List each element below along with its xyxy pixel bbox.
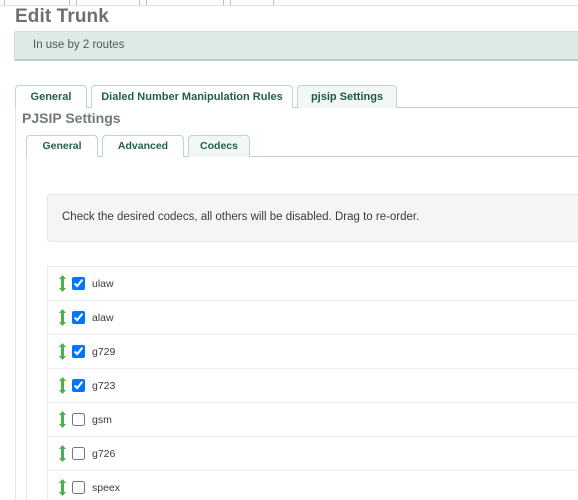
- tab-pjsip-settings[interactable]: pjsip Settings: [297, 85, 397, 108]
- codec-row[interactable]: speex: [48, 471, 578, 500]
- codec-checkbox[interactable]: [72, 447, 85, 460]
- drag-handle-icon[interactable]: [58, 343, 67, 360]
- codecs-hint-well: Check the desired codecs, all others wil…: [47, 194, 578, 242]
- in-use-alert: In use by 2 routes: [14, 31, 578, 61]
- pjsip-settings-panel: PJSIP Settings General Advanced Codecs C…: [15, 107, 578, 500]
- page-title: Edit Trunk: [15, 6, 109, 27]
- drag-handle-icon[interactable]: [58, 445, 67, 462]
- codec-checkbox[interactable]: [72, 379, 85, 392]
- codec-label: g726: [92, 448, 116, 460]
- tab-general-inner[interactable]: General: [26, 135, 98, 157]
- drag-handle-icon[interactable]: [58, 411, 67, 428]
- drag-handle-icon[interactable]: [58, 275, 67, 292]
- codec-checkbox[interactable]: [72, 311, 85, 324]
- inner-tab-bar: General Advanced Codecs: [26, 135, 578, 157]
- codec-row[interactable]: gsm: [48, 403, 578, 437]
- drag-handle-icon[interactable]: [58, 377, 67, 394]
- codec-checkbox[interactable]: [72, 413, 85, 426]
- codec-label: g723: [92, 380, 116, 392]
- tab-codecs[interactable]: Codecs: [188, 135, 250, 157]
- codec-label: g729: [92, 346, 116, 358]
- codec-row[interactable]: g726: [48, 437, 578, 471]
- outer-tab-bar: General Dialed Number Manipulation Rules…: [15, 85, 578, 108]
- tab-general-outer[interactable]: General: [15, 85, 87, 108]
- codec-row[interactable]: ulaw: [48, 267, 578, 301]
- codec-row[interactable]: g729: [48, 335, 578, 369]
- codec-checkbox[interactable]: [72, 481, 85, 494]
- section-heading: PJSIP Settings: [22, 110, 121, 126]
- drag-handle-icon[interactable]: [58, 479, 67, 496]
- codec-checkbox[interactable]: [72, 277, 85, 290]
- codec-row[interactable]: g723: [48, 369, 578, 403]
- codec-label: speex: [92, 482, 121, 494]
- codecs-panel: Check the desired codecs, all others wil…: [26, 156, 578, 500]
- codec-label: ulaw: [92, 278, 114, 290]
- codecs-hint-text: Check the desired codecs, all others wil…: [62, 211, 420, 223]
- codec-label: alaw: [92, 312, 114, 324]
- in-use-alert-text: In use by 2 routes: [33, 39, 125, 51]
- tab-advanced[interactable]: Advanced: [102, 135, 184, 157]
- codec-row[interactable]: alaw: [48, 301, 578, 335]
- edit-trunk-page: Edit Trunk In use by 2 routes General Di…: [0, 0, 578, 500]
- codec-list: ulaw alaw g729 g723 gsm g726 speex: [47, 266, 578, 500]
- tab-dialed-number-manipulation-rules[interactable]: Dialed Number Manipulation Rules: [91, 85, 293, 108]
- drag-handle-icon[interactable]: [58, 309, 67, 326]
- codec-checkbox[interactable]: [72, 345, 85, 358]
- codec-label: gsm: [92, 414, 112, 426]
